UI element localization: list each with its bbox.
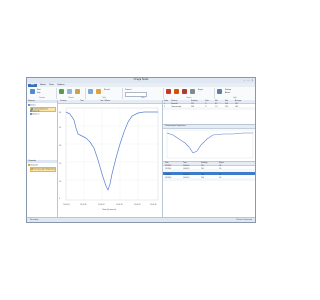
status-right: 1 Device Connected — [235, 218, 252, 221]
tab-options[interactable]: Options — [57, 84, 65, 86]
connect-icon[interactable] — [30, 89, 35, 94]
sidebar: Devices Device Connected Device Device B… — [27, 100, 58, 220]
ribbon-button-settings[interactable]: Settings — [225, 89, 231, 91]
ribbon-group-label: Export — [186, 98, 192, 99]
export-icon[interactable] — [182, 89, 187, 94]
ribbon-group-label: Record — [68, 98, 74, 99]
col-units: Units — [205, 100, 209, 103]
ribbon-group-export: Export Export — [164, 88, 215, 99]
mini-chart — [166, 129, 254, 158]
duration-label: Duration — [60, 100, 67, 103]
ribbon-button-record[interactable]: Record — [104, 89, 109, 91]
channel-item-selected[interactable]: Thermocouple Temperature — [30, 167, 56, 172]
x-tick: 14:01:30 — [116, 204, 123, 206]
ribbon-group-help: Settings Alarms Help — [215, 88, 255, 99]
tab-home[interactable]: Home — [40, 84, 46, 86]
folder-icon[interactable] — [75, 89, 80, 94]
view-dropdown[interactable] — [125, 92, 147, 97]
print-icon[interactable] — [190, 89, 195, 94]
tab-view[interactable]: View — [49, 84, 54, 86]
gauge-icon[interactable] — [96, 89, 101, 94]
channels-header: Channels — [27, 160, 57, 163]
alarm-icon[interactable] — [174, 89, 179, 94]
minimize-icon[interactable]: – — [243, 79, 246, 82]
window-title: Omega Studio — [133, 79, 149, 81]
x-tick: 14:00:30 — [80, 204, 87, 206]
ribbon-group-record: Record — [57, 88, 86, 99]
y-ticks: 30 25 20 15 10 5 — [59, 112, 62, 200]
ribbon-button-start[interactable]: Start — [37, 89, 41, 91]
app-window: Omega Studio – □ × File Home View Option… — [26, 77, 256, 223]
y-tick: 15 — [59, 163, 62, 165]
ribbon-button-alarms[interactable]: Alarms — [225, 92, 230, 94]
devices-header: Devices — [27, 100, 57, 103]
y-tick: 30 — [59, 112, 62, 114]
main-chart: 30 25 20 15 10 5 14:00:00 14:00:30 14:01… — [59, 107, 159, 211]
y-tick: 10 — [59, 181, 62, 183]
col-reading: Reading — [191, 100, 198, 103]
status-bar: Recording 1 Device Connected — [27, 217, 255, 222]
mini-plot-area — [166, 129, 254, 158]
ribbon-group-connect: Start Stop Connect — [28, 88, 57, 99]
right-panel: Index Channel Reading Units Min Max Aver… — [163, 100, 255, 220]
device-item[interactable]: Device C — [30, 113, 57, 116]
log-col-reading: Reading — [201, 162, 208, 165]
ribbon-group-tools: Record Tools — [86, 88, 123, 99]
ribbon-button-export[interactable]: Export — [198, 89, 203, 91]
col-min: Min — [215, 100, 218, 103]
stop-icon[interactable] — [166, 89, 171, 94]
plot-area — [65, 107, 159, 201]
range-dropdown[interactable]: Last 1 Minute — [100, 100, 110, 102]
mini-chart-panel: Thermocouple Temperature — [163, 124, 255, 161]
main-chart-panel: Duration Time Last 1 Minute 30 25 20 15 … — [58, 100, 163, 220]
x-tick: 14:02:30 — [150, 204, 157, 206]
col-max: Max — [225, 100, 229, 103]
mini-chart-title: Thermocouple Temperature — [165, 125, 186, 128]
ribbon-group-label: Connect — [39, 98, 45, 99]
chart-icon[interactable] — [67, 89, 72, 94]
log-table: Date Time Reading Status 1/1/2014 14:00:… — [163, 161, 255, 196]
ribbon-button-stop[interactable]: Stop — [37, 92, 40, 94]
x-ticks: 14:00:00 14:00:30 14:01:00 14:01:30 14:0… — [63, 204, 157, 206]
log-row[interactable]: 1/1/2014 14:00:50 20.6 OK — [163, 177, 255, 181]
settings-icon[interactable] — [217, 89, 222, 94]
y-tick: 20 — [59, 145, 62, 147]
ribbon-button-connect[interactable]: Connect — [125, 89, 131, 91]
maximize-icon[interactable]: □ — [247, 79, 250, 82]
ribbon-group-label: Tools — [102, 98, 106, 99]
table-row[interactable]: 2 Thermocouple 24.8 °C 7.9 25.9 18.3 — [163, 106, 255, 110]
col-average: Average — [235, 100, 242, 103]
x-tick: 14:01:00 — [98, 204, 105, 206]
y-tick: 25 — [59, 127, 62, 129]
x-axis-label: Time (hh:mm:ss) — [102, 209, 116, 211]
ribbon-group-label: Help — [233, 98, 237, 99]
x-tick: 14:02:00 — [134, 204, 141, 206]
log-col-time: Time — [183, 162, 187, 165]
time-label: Time — [80, 100, 84, 103]
col-index: Index — [164, 100, 169, 103]
ribbon-toolbar: Start Stop Connect Record Record Tools C… — [27, 87, 255, 101]
status-left: Recording — [30, 218, 39, 221]
y-tick: 5 — [59, 198, 61, 200]
log-col-date: Date — [165, 162, 169, 165]
ribbon-group-view: Connect View — [123, 88, 164, 99]
record-icon[interactable] — [59, 89, 64, 94]
log-col-status: Status — [219, 162, 224, 165]
table-icon[interactable] — [88, 89, 93, 94]
close-icon[interactable]: × — [251, 79, 254, 82]
col-channel: Channel — [171, 100, 178, 103]
ribbon-group-label: View — [141, 98, 145, 99]
x-tick: 14:00:00 — [63, 204, 70, 206]
